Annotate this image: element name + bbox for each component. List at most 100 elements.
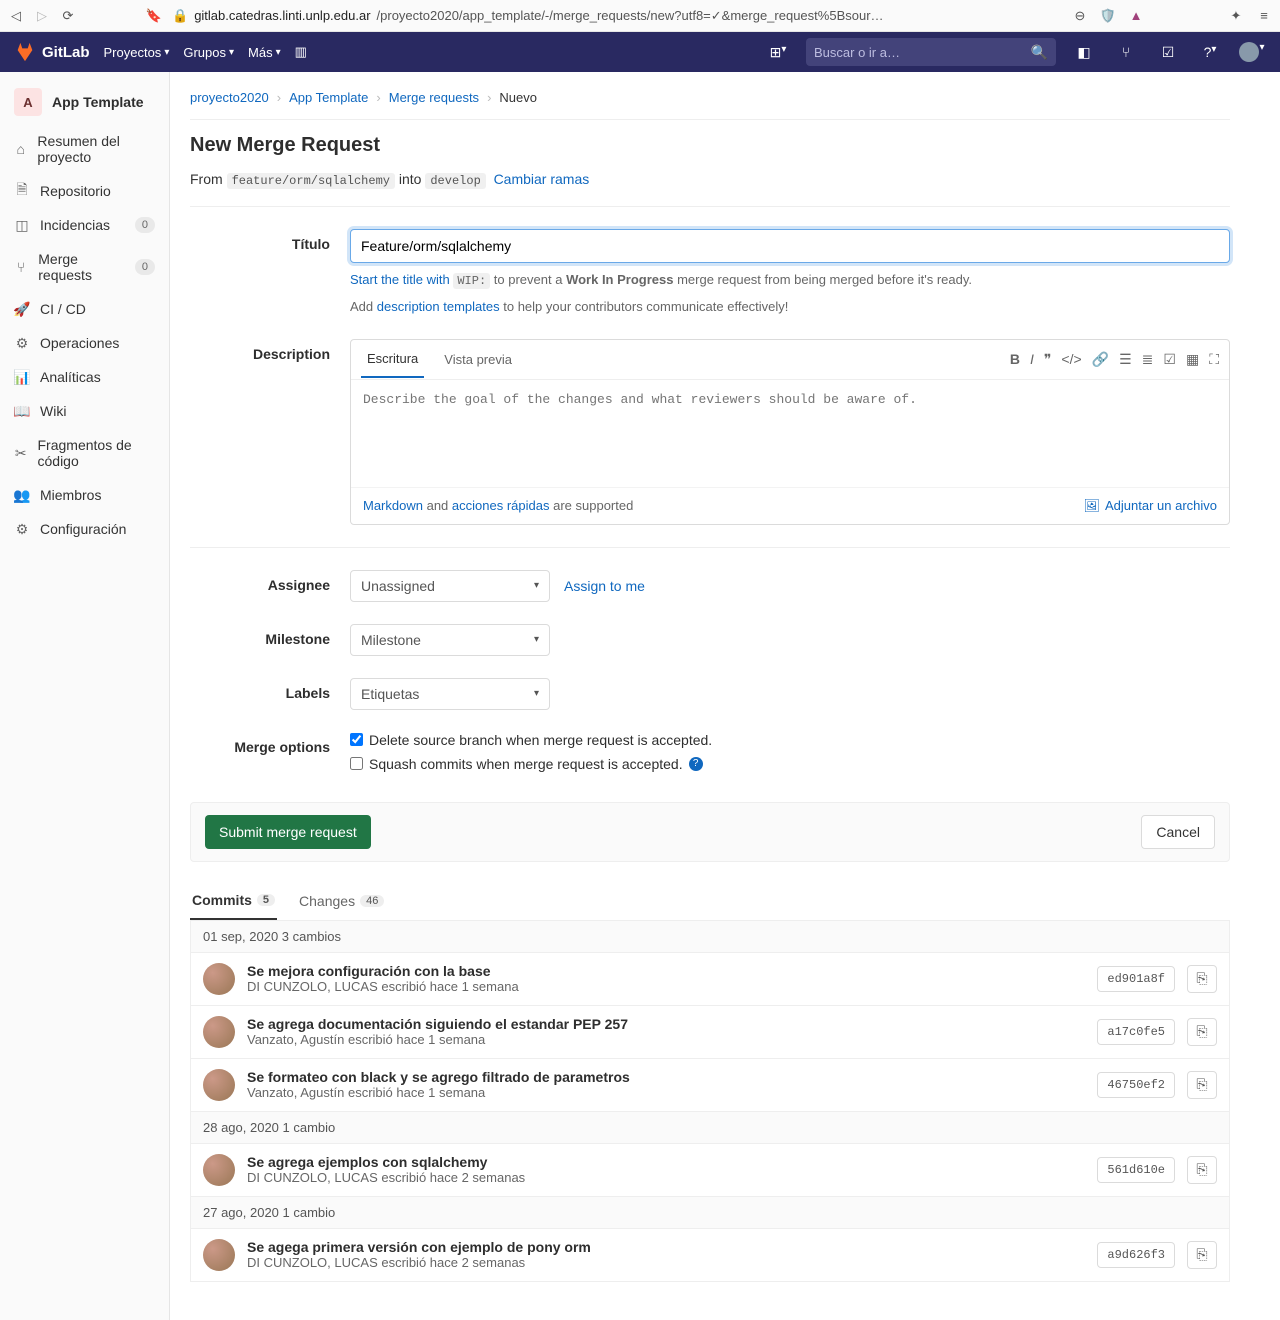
commit-title[interactable]: Se mejora configuración con la base [247, 963, 1085, 979]
nav-mas[interactable]: Más▾ [248, 44, 281, 60]
wip-hint: Start the title with WIP: to prevent a W… [350, 270, 1230, 290]
back-icon[interactable]: ◁ [8, 8, 24, 24]
forward-icon[interactable]: ▷ [34, 8, 50, 24]
sidebar-item-2[interactable]: ◫Incidencias0 [0, 208, 169, 242]
description-textarea[interactable] [363, 392, 1217, 472]
milestone-select[interactable]: Milestone▾ [350, 624, 550, 656]
crumb-2[interactable]: Merge requests [389, 90, 479, 105]
copy-sha-button[interactable]: ⎘ [1187, 1071, 1217, 1099]
plus-icon[interactable]: ⊞▾ [764, 44, 792, 61]
sidebar-item-3[interactable]: ⑂Merge requests0 [0, 242, 169, 292]
sidebar-item-label: Configuración [40, 521, 126, 537]
tab-preview[interactable]: Vista previa [438, 342, 518, 377]
crumb-0[interactable]: proyecto2020 [190, 90, 269, 105]
project-header[interactable]: A App Template [0, 80, 169, 124]
nav-grupos[interactable]: Grupos▾ [183, 44, 234, 60]
sidebar-item-9[interactable]: 👥Miembros [0, 478, 169, 512]
attach-file-link[interactable]: 🖼Adjuntar un archivo [1083, 498, 1217, 514]
gitlab-logo[interactable]: GitLab [14, 41, 90, 63]
sidebar-item-4[interactable]: 🚀CI / CD [0, 292, 169, 326]
labels-select[interactable]: Etiquetas▾ [350, 678, 550, 710]
global-search[interactable]: 🔍 [806, 38, 1056, 66]
fullscreen-icon[interactable]: ⛶ [1209, 351, 1219, 368]
reload-icon[interactable]: ⟳ [60, 8, 76, 24]
sidebar-item-8[interactable]: ✂Fragmentos de código [0, 428, 169, 478]
commit-sha[interactable]: ed901a8f [1097, 966, 1175, 992]
assignee-select[interactable]: Unassigned▾ [350, 570, 550, 602]
todos-icon[interactable]: ☑ [1154, 44, 1182, 61]
submit-button[interactable]: Submit merge request [205, 815, 371, 849]
description-editor: Escritura Vista previa B I ❞ </> 🔗 ☰ ≣ ☑… [350, 339, 1230, 525]
brand-text: GitLab [42, 44, 90, 61]
commit-sha[interactable]: a9d626f3 [1097, 1242, 1175, 1268]
commit-sha[interactable]: 561d610e [1097, 1157, 1175, 1183]
sidebar-item-label: Merge requests [38, 251, 125, 283]
copy-sha-button[interactable]: ⎘ [1187, 1018, 1217, 1046]
squash-checkbox[interactable] [350, 757, 363, 770]
sidebar-item-10[interactable]: ⚙Configuración [0, 512, 169, 546]
url-bar[interactable]: 🔒 gitlab.catedras.linti.unlp.edu.ar/proy… [172, 8, 1062, 24]
commit-sha[interactable]: a17c0fe5 [1097, 1019, 1175, 1045]
extensions-icon[interactable]: ✦ [1228, 8, 1244, 24]
commit-title[interactable]: Se agrega ejemplos con sqlalchemy [247, 1154, 1085, 1170]
label-labels: Labels [190, 678, 350, 710]
sidebar-item-1[interactable]: 🗎Repositorio [0, 174, 169, 208]
tab-commits[interactable]: Commits5 [190, 882, 277, 920]
lock-icon: 🔒 [172, 8, 188, 24]
change-branches-link[interactable]: Cambiar ramas [494, 171, 590, 187]
brave-icon[interactable]: ▲ [1128, 8, 1144, 24]
commit-meta: DI CUNZOLO, LUCAS escribió hace 2 semana… [247, 1255, 1085, 1270]
nav-proyectos[interactable]: Proyectos▾ [104, 44, 170, 60]
commit-date-header: 28 ago, 2020 1 cambio [190, 1112, 1230, 1144]
scissors-icon: ✂ [14, 445, 28, 461]
title-input[interactable] [350, 229, 1230, 263]
ol-icon[interactable]: ≣ [1142, 351, 1154, 368]
zoom-out-icon[interactable]: ⊖ [1072, 8, 1088, 24]
merge-requests-icon[interactable]: ⑂ [1112, 44, 1140, 60]
task-icon[interactable]: ☑ [1163, 351, 1176, 368]
tab-write[interactable]: Escritura [361, 341, 424, 378]
menu-icon[interactable]: ≡ [1256, 8, 1272, 24]
search-input[interactable] [814, 45, 1031, 60]
table-icon[interactable]: ▦ [1186, 351, 1199, 368]
url-path: /proyecto2020/app_template/-/merge_reque… [377, 8, 884, 24]
sidebar-item-7[interactable]: 📖Wiki [0, 394, 169, 428]
nav-activity-icon[interactable]: ▥ [295, 44, 307, 60]
italic-icon[interactable]: I [1030, 351, 1034, 368]
sidebar-badge: 0 [135, 217, 155, 233]
ul-icon[interactable]: ☰ [1119, 351, 1132, 368]
crumb-1[interactable]: App Template [289, 90, 368, 105]
tab-changes[interactable]: Changes46 [297, 882, 386, 920]
squash-label: Squash commits when merge request is acc… [369, 756, 683, 772]
commit-title[interactable]: Se agega primera versión con ejemplo de … [247, 1239, 1085, 1255]
copy-sha-button[interactable]: ⎘ [1187, 965, 1217, 993]
sidebar-item-6[interactable]: 📊Analíticas [0, 360, 169, 394]
user-avatar[interactable]: ▾ [1238, 42, 1266, 62]
label-merge-options: Merge options [190, 732, 350, 780]
delete-branch-checkbox[interactable] [350, 733, 363, 746]
assign-to-me-link[interactable]: Assign to me [564, 578, 645, 594]
commit-date-header: 01 sep, 2020 3 cambios [190, 921, 1230, 953]
commit-sha[interactable]: 46750ef2 [1097, 1072, 1175, 1098]
commit-title[interactable]: Se agrega documentación siguiendo el est… [247, 1016, 1085, 1032]
template-hint: Add description templates to help your c… [350, 297, 1230, 317]
sidebar-item-5[interactable]: ⚙Operaciones [0, 326, 169, 360]
help-icon[interactable]: ? [689, 757, 703, 771]
cancel-button[interactable]: Cancel [1141, 815, 1215, 849]
bookmark-icon[interactable]: 🔖 [146, 8, 162, 24]
sidebar-item-0[interactable]: ⌂Resumen del proyecto [0, 124, 169, 174]
code-icon[interactable]: </> [1061, 351, 1081, 368]
breadcrumb: proyecto2020› App Template› Merge reques… [190, 84, 1230, 120]
commit-title[interactable]: Se formateo con black y se agrego filtra… [247, 1069, 1085, 1085]
link-icon[interactable]: 🔗 [1092, 351, 1109, 368]
bold-icon[interactable]: B [1010, 351, 1020, 368]
members-icon: 👥 [14, 487, 30, 503]
copy-sha-button[interactable]: ⎘ [1187, 1156, 1217, 1184]
label-description: Description [190, 339, 350, 525]
quote-icon[interactable]: ❞ [1044, 351, 1052, 368]
issues-icon[interactable]: ◧ [1070, 44, 1098, 61]
shield-icon[interactable]: 🛡️ [1100, 8, 1116, 24]
avatar [203, 963, 235, 995]
help-icon[interactable]: ?▾ [1196, 44, 1224, 60]
delete-branch-label: Delete source branch when merge request … [369, 732, 712, 748]
